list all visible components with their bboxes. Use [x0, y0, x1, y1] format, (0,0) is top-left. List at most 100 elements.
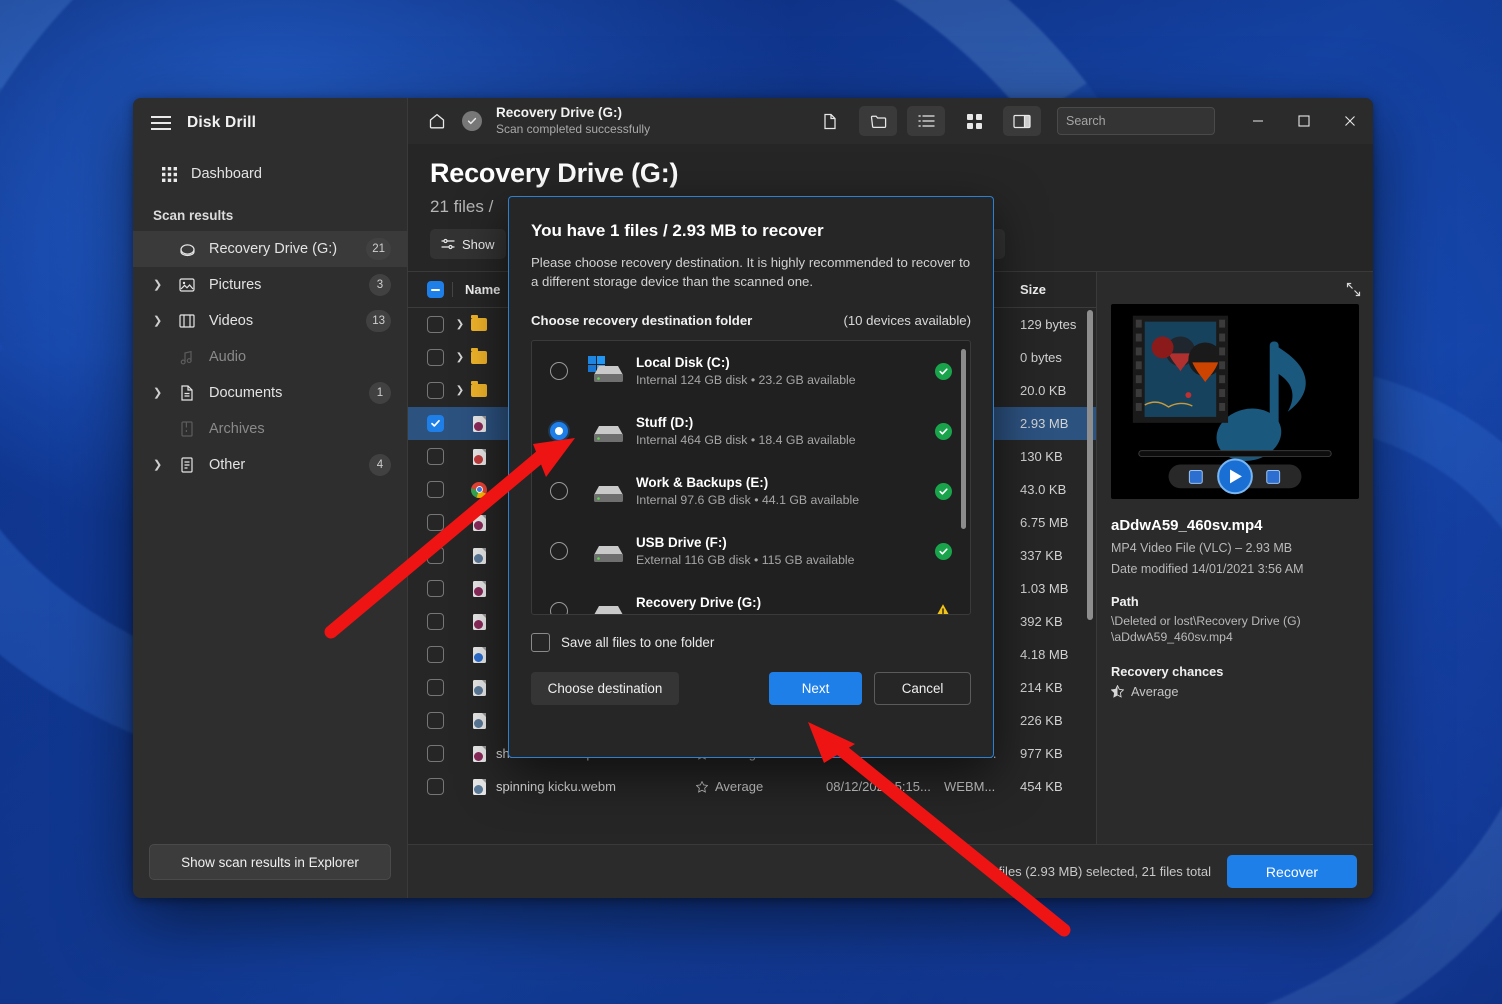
preview-path-label: Path: [1111, 594, 1139, 609]
maximize-button[interactable]: [1281, 98, 1327, 144]
table-scrollbar[interactable]: [1087, 310, 1093, 620]
sidebar-item-pictures[interactable]: ❯ Pictures 3: [133, 267, 407, 303]
row-checkbox[interactable]: [426, 778, 444, 795]
select-all-checkbox[interactable]: [426, 281, 444, 298]
device-list-item[interactable]: Work & Backups (E:) Internal 97.6 GB disk…: [532, 461, 970, 521]
sidebar-item-count: 21: [366, 238, 391, 260]
sidebar-item-videos[interactable]: ❯ Videos 13: [133, 303, 407, 339]
toolbar: Recovery Drive (G:) Scan completed succe…: [408, 98, 1373, 144]
window-controls: [1235, 98, 1373, 144]
folder-view-icon[interactable]: [859, 106, 897, 136]
device-list-item[interactable]: Stuff (D:) Internal 464 GB disk • 18.4 GB…: [532, 401, 970, 461]
device-radio[interactable]: [550, 482, 568, 501]
recover-button[interactable]: Recover: [1227, 855, 1357, 888]
chevron-right-icon[interactable]: ❯: [153, 279, 165, 291]
row-size: 0 bytes: [1020, 350, 1062, 365]
row-checkbox[interactable]: [426, 349, 444, 366]
show-filter-button[interactable]: Show: [430, 229, 506, 259]
row-checkbox[interactable]: [426, 514, 444, 531]
choose-destination-button[interactable]: Choose destination: [531, 672, 679, 706]
row-checkbox[interactable]: [426, 646, 444, 663]
save-all-checkbox[interactable]: [531, 633, 550, 653]
close-button[interactable]: [1327, 98, 1373, 144]
grid-view-icon[interactable]: [955, 106, 993, 136]
preview-date-modified: Date modified 14/01/2021 3:56 AM: [1111, 562, 1304, 576]
row-checkbox[interactable]: [426, 613, 444, 630]
search-box[interactable]: [1057, 107, 1227, 135]
save-all-row[interactable]: Save all files to one folder: [531, 633, 971, 653]
dialog-subtitle: Choose recovery destination folder: [531, 313, 753, 329]
webm-file-icon: [468, 547, 490, 564]
device-list-scrollbar[interactable]: [961, 349, 966, 530]
device-detail: Internal 124 GB disk • 23.2 GB available: [636, 373, 856, 388]
chrome-icon: [468, 481, 490, 498]
header-text: Recovery Drive (G:) Scan completed succe…: [496, 105, 650, 137]
row-checkbox[interactable]: [426, 745, 444, 762]
column-header-size[interactable]: Size: [1010, 282, 1096, 297]
row-checkbox-cell: [418, 481, 452, 498]
row-checkbox[interactable]: [426, 415, 444, 432]
table-row[interactable]: spinning kicku.webm Average 08/12/2020 5:1…: [408, 770, 1096, 803]
hamburger-menu-icon[interactable]: [151, 116, 171, 130]
device-text: USB Drive (F:) External 116 GB disk • 115…: [636, 535, 930, 567]
dialog-title: You have 1 files / 2.93 MB to recover: [531, 221, 824, 240]
row-size: 226 KB: [1020, 713, 1063, 728]
preview-file-name: aDdwA59_460sv.mp4: [1111, 517, 1263, 534]
drive-icon: [584, 595, 630, 615]
row-checkbox[interactable]: [426, 448, 444, 465]
device-radio[interactable]: [550, 362, 568, 381]
row-checkbox[interactable]: [426, 580, 444, 597]
row-checkbox[interactable]: [426, 481, 444, 498]
home-icon[interactable]: [422, 106, 452, 136]
device-radio[interactable]: [550, 602, 568, 615]
sidebar-item-archives[interactable]: Archives: [133, 411, 407, 447]
row-checkbox-cell: [418, 547, 452, 564]
row-size: 130 KB: [1020, 449, 1063, 464]
sidebar-item-other[interactable]: ❯ Other 4: [133, 447, 407, 483]
sidebar-item-dashboard[interactable]: Dashboard: [133, 156, 407, 192]
half-star-icon: [1111, 684, 1124, 698]
file-view-icon[interactable]: [811, 106, 849, 136]
device-list-item[interactable]: Recovery Drive (G:) Internal 0.97 GB disk…: [532, 581, 970, 615]
row-checkbox[interactable]: [426, 547, 444, 564]
sidebar-item-label: Audio: [209, 349, 247, 365]
sidebar-item-label: Other: [209, 457, 246, 473]
device-list-item[interactable]: Local Disk (C:) Internal 124 GB disk • 23…: [532, 341, 970, 401]
expand-preview-icon[interactable]: [1346, 282, 1361, 302]
row-checkbox-cell: [418, 712, 452, 729]
cancel-button[interactable]: Cancel: [874, 672, 971, 706]
row-checkbox[interactable]: [426, 316, 444, 333]
device-status-cell: [930, 422, 956, 440]
device-radio[interactable]: [550, 542, 568, 561]
device-status-cell: [930, 362, 956, 380]
image-file-icon: [468, 448, 490, 465]
minimize-button[interactable]: [1235, 98, 1281, 144]
preview-panel-icon[interactable]: [1003, 106, 1041, 136]
chevron-right-icon[interactable]: ❯: [452, 385, 468, 396]
device-name: Stuff (D:): [636, 415, 694, 431]
sidebar-item-recovery-drive-g[interactable]: Recovery Drive (G:) 21: [133, 231, 407, 267]
chevron-right-icon[interactable]: ❯: [452, 319, 468, 330]
chevron-right-icon[interactable]: ❯: [153, 459, 165, 471]
sidebar-item-audio[interactable]: Audio: [133, 339, 407, 375]
row-checkbox-cell: [418, 415, 452, 432]
search-input[interactable]: [1066, 114, 1227, 128]
device-list-item[interactable]: USB Drive (F:) External 116 GB disk • 115…: [532, 521, 970, 581]
sidebar-item-documents[interactable]: ❯ Documents 1: [133, 375, 407, 411]
show-scan-results-in-explorer-button[interactable]: Show scan results in Explorer: [149, 844, 391, 880]
row-checkbox[interactable]: [426, 382, 444, 399]
row-recovery-chance: Average: [696, 779, 826, 794]
dialog-subtitle-row: Choose recovery destination folder (10 d…: [531, 313, 971, 328]
chevron-right-icon[interactable]: ❯: [452, 352, 468, 363]
webm-file-icon: [468, 778, 490, 795]
row-checkbox[interactable]: [426, 712, 444, 729]
device-radio[interactable]: [550, 422, 568, 441]
chevron-right-icon[interactable]: ❯: [153, 315, 165, 327]
row-checkbox-cell: [418, 316, 452, 333]
row-checkbox[interactable]: [426, 679, 444, 696]
list-view-icon[interactable]: [907, 106, 945, 136]
archive-icon: [177, 421, 197, 437]
chevron-right-icon[interactable]: ❯: [153, 387, 165, 399]
row-checkbox-cell: [418, 382, 452, 399]
next-button[interactable]: Next: [769, 672, 863, 706]
